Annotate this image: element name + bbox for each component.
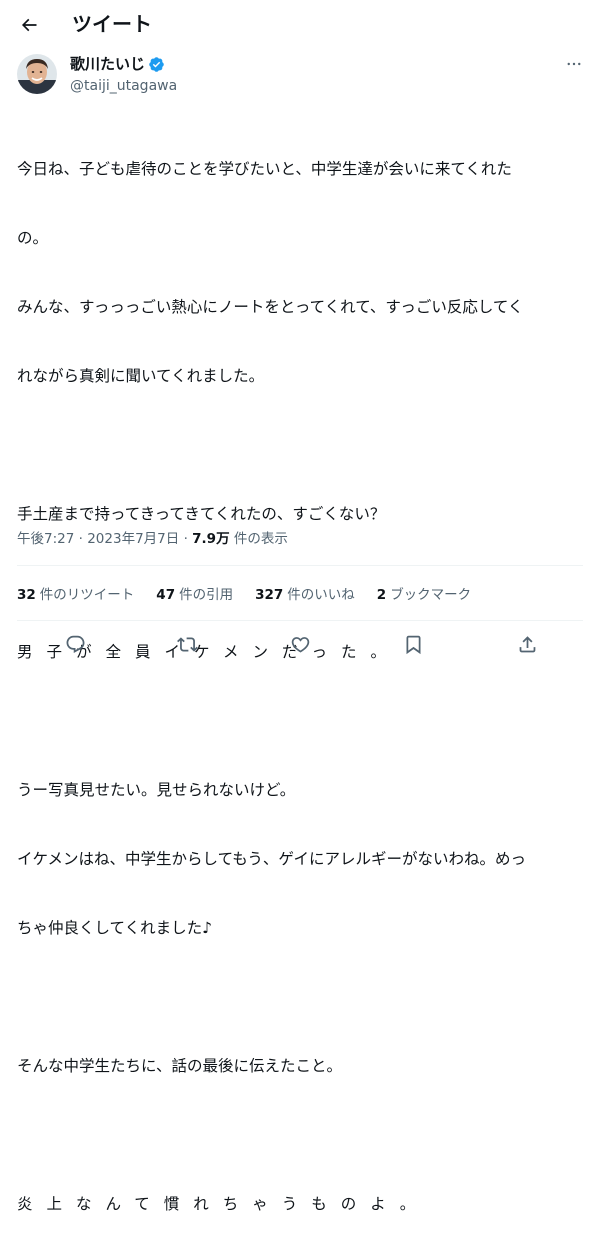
tweet-line: うー写真見せたい。見せられないけど。	[17, 781, 296, 799]
retweets-stat[interactable]: 32 件のリツイート	[17, 586, 134, 604]
reply-icon	[66, 635, 84, 653]
author-name-row[interactable]: 歌川たいじ	[70, 55, 165, 73]
bookmark-icon	[406, 635, 420, 654]
tweet-stats: 32 件のリツイート 47 件の引用 327 件のいいね 2 ブックマーク	[17, 586, 493, 604]
share-button[interactable]	[513, 630, 541, 658]
tweet-line: 手土産まで持ってきってきてくれたの、すごくない？	[17, 505, 386, 523]
arrow-left-icon	[21, 18, 37, 32]
tweet-line: みんな、すっっっごい熱心にノートをとってくれて、すっごい反応してく	[17, 298, 524, 316]
avatar[interactable]	[17, 54, 57, 94]
bookmarks-count: 2	[376, 587, 387, 603]
tweet-line: ちゃ仲良くしてくれました♪	[17, 919, 212, 937]
tweet-meta: 午後7:27 · 2023年7月7日 · 7.9万 件の表示	[17, 530, 288, 548]
tweet-line: の。	[17, 229, 49, 247]
quotes-label: 件の引用	[179, 587, 234, 603]
views-count: 7.9万	[192, 531, 230, 547]
avatar-image	[17, 54, 57, 94]
bookmark-button[interactable]	[399, 630, 427, 658]
tweet-line	[17, 1124, 585, 1147]
action-bar	[17, 626, 583, 662]
views-label: 件の表示	[233, 531, 288, 547]
author-handle[interactable]: @taiji_utagawa	[70, 77, 177, 95]
more-button[interactable]	[560, 54, 588, 74]
verified-badge-icon	[148, 56, 165, 73]
tweet-line: れながら真剣に聞いてくれました。	[17, 367, 265, 385]
bookmarks-stat[interactable]: 2 ブックマーク	[377, 586, 471, 604]
likes-label: 件のいいね	[287, 587, 355, 603]
meta-separator: ·	[183, 531, 188, 547]
tweet-text: 今日ね、子ども虐待のことを学びたいと、中学生達が会いに来てくれた の。 みんな、…	[17, 112, 585, 1239]
quotes-stat[interactable]: 47 件の引用	[156, 586, 233, 604]
tweet-date[interactable]: 2023年7月7日	[87, 531, 179, 547]
retweets-count: 32	[17, 587, 36, 603]
heart-icon	[291, 636, 309, 653]
tweet-time[interactable]: 午後7:27	[17, 531, 74, 547]
tweet-line	[17, 710, 585, 733]
divider	[17, 620, 583, 621]
share-icon	[519, 635, 535, 652]
tweet-line	[17, 434, 585, 457]
tweet-line: そんな中学生たちに、話の最後に伝えたこと。	[17, 1057, 343, 1075]
tweet-line: 今日ね、子ども虐待のことを学びたいと、中学生達が会いに来てくれた	[17, 160, 512, 178]
reply-button[interactable]	[61, 630, 89, 658]
quotes-count: 47	[156, 587, 176, 603]
like-button[interactable]	[286, 630, 314, 658]
author-display-name[interactable]: 歌川たいじ	[70, 55, 145, 73]
retweets-label: 件のリツイート	[39, 587, 135, 603]
meta-separator: ·	[78, 531, 83, 547]
tweet-line	[17, 986, 585, 1009]
tweet-line: 炎上なんて慣れちゃうものよ。	[17, 1195, 430, 1213]
likes-count: 327	[255, 587, 284, 603]
likes-stat[interactable]: 327 件のいいね	[255, 586, 355, 604]
page-title: ツイート	[72, 12, 152, 36]
tweet-line: イケメンはね、中学生からしてもう、ゲイにアレルギーがないわね。めっ	[17, 850, 527, 868]
retweet-icon	[176, 636, 198, 652]
divider	[17, 565, 583, 566]
bookmarks-label: ブックマーク	[390, 587, 472, 603]
retweet-button[interactable]	[173, 630, 201, 658]
header: ツイート	[0, 0, 600, 52]
more-horizontal-icon	[567, 62, 581, 66]
back-button[interactable]	[12, 8, 46, 42]
